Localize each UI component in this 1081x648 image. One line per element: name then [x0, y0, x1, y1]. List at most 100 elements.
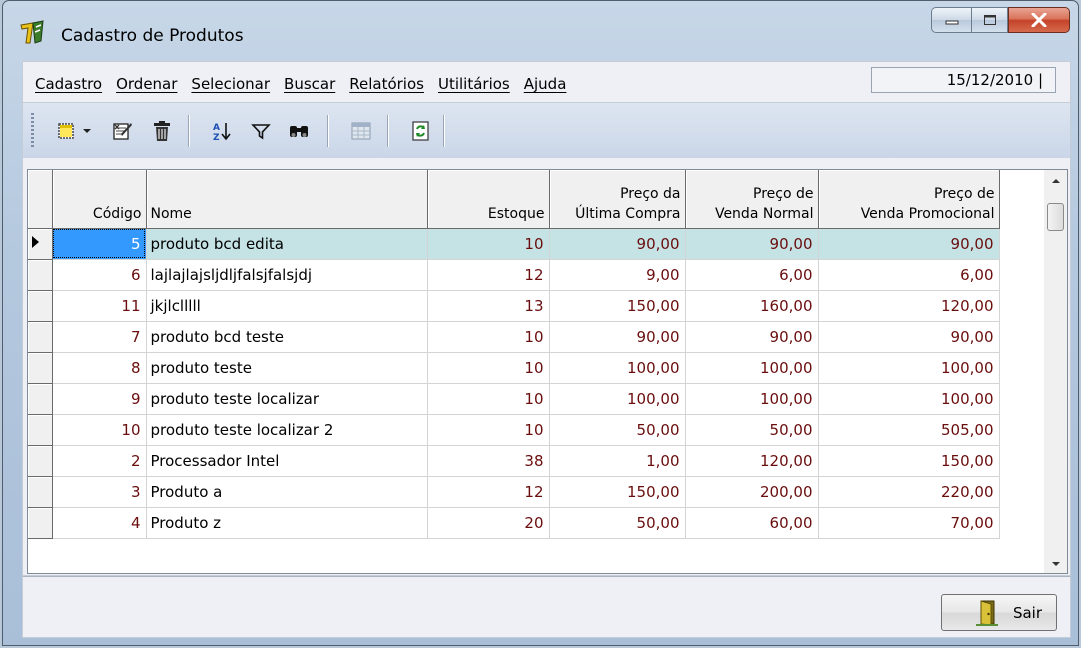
header-preco-venda-promocional[interactable]: Preço de Venda Promocional	[818, 170, 1000, 229]
scroll-up-button[interactable]	[1044, 172, 1067, 190]
cell-codigo[interactable]: 2	[52, 445, 147, 477]
cell-preco-venda[interactable]: 90,00	[685, 228, 819, 260]
cell-preco-venda[interactable]: 100,00	[685, 383, 819, 415]
cell-preco-promocional[interactable]: 100,00	[818, 383, 1000, 415]
product-grid[interactable]: Código Nome Estoque Preço da Última Compr…	[27, 169, 1068, 574]
maximize-button[interactable]	[971, 7, 1008, 33]
cell-preco-promocional[interactable]: 100,00	[818, 352, 1000, 384]
cell-preco-compra[interactable]: 100,00	[549, 352, 686, 384]
cell-codigo[interactable]: 10	[52, 414, 147, 446]
header-codigo[interactable]: Código	[52, 170, 147, 229]
cell-preco-compra[interactable]: 9,00	[549, 259, 686, 291]
title-bar[interactable]: Cadastro de Produtos	[3, 1, 1078, 53]
cell-estoque[interactable]: 20	[427, 507, 550, 539]
cell-codigo[interactable]: 11	[52, 290, 147, 322]
menu-item-relatorios[interactable]: Relatórios	[342, 75, 431, 93]
menu-item-selecionar[interactable]: Selecionar	[184, 75, 277, 93]
cell-preco-promocional[interactable]: 70,00	[818, 507, 1000, 539]
cell-preco-venda[interactable]: 160,00	[685, 290, 819, 322]
menu-item-utilitarios[interactable]: Utilitários	[431, 75, 517, 93]
cell-codigo[interactable]: 5	[52, 228, 147, 260]
table-row[interactable]: 5 produto bcd edita 10 90,00 90,00 90,00	[28, 228, 1000, 260]
cell-preco-compra[interactable]: 1,00	[549, 445, 686, 477]
sair-button[interactable]: Sair	[941, 594, 1057, 631]
table-row[interactable]: 4 Produto z 20 50,00 60,00 70,00	[28, 507, 1000, 539]
close-button[interactable]	[1008, 7, 1070, 33]
menu-item-cadastro[interactable]: Cadastro	[35, 75, 109, 93]
cell-nome[interactable]: Processador Intel	[146, 445, 428, 477]
refresh-button[interactable]	[407, 117, 435, 145]
cell-estoque[interactable]: 10	[427, 228, 550, 260]
table-row[interactable]: 3 Produto a 12 150,00 200,00 220,00	[28, 476, 1000, 508]
table-row[interactable]: 2 Processador Intel 38 1,00 120,00 150,00	[28, 445, 1000, 477]
cell-estoque[interactable]: 10	[427, 321, 550, 353]
header-nome[interactable]: Nome	[146, 170, 428, 229]
cell-preco-compra[interactable]: 50,00	[549, 414, 686, 446]
row-indicator[interactable]	[28, 507, 53, 539]
scroll-down-button[interactable]	[1044, 555, 1067, 573]
cell-estoque[interactable]: 10	[427, 414, 550, 446]
report-button[interactable]	[347, 117, 375, 145]
menu-item-ajuda[interactable]: Ajuda	[517, 75, 574, 93]
cell-nome[interactable]: Produto z	[146, 507, 428, 539]
cell-nome[interactable]: lajlajlajsljdljfalsjfalsjdj	[146, 259, 428, 291]
row-indicator[interactable]	[28, 414, 53, 446]
header-preco-ultima-compra[interactable]: Preço da Última Compra	[549, 170, 686, 229]
minimize-button[interactable]	[931, 7, 971, 33]
cell-preco-compra[interactable]: 90,00	[549, 321, 686, 353]
cell-preco-compra[interactable]: 90,00	[549, 228, 686, 260]
cell-codigo[interactable]: 4	[52, 507, 147, 539]
cell-preco-compra[interactable]: 100,00	[549, 383, 686, 415]
cell-nome[interactable]: produto teste	[146, 352, 428, 384]
row-indicator[interactable]	[28, 259, 53, 291]
cell-codigo[interactable]: 3	[52, 476, 147, 508]
table-row[interactable]: 10 produto teste localizar 2 10 50,00 50,00 5…	[28, 414, 1000, 446]
cell-preco-promocional[interactable]: 505,00	[818, 414, 1000, 446]
cell-preco-promocional[interactable]: 150,00	[818, 445, 1000, 477]
cell-nome[interactable]: jkjlclllll	[146, 290, 428, 322]
cell-estoque[interactable]: 12	[427, 259, 550, 291]
cell-codigo[interactable]: 7	[52, 321, 147, 353]
cell-nome[interactable]: produto teste localizar 2	[146, 414, 428, 446]
cell-nome[interactable]: produto bcd teste	[146, 321, 428, 353]
row-indicator[interactable]	[28, 445, 53, 477]
cell-preco-promocional[interactable]: 90,00	[818, 228, 1000, 260]
cell-preco-compra[interactable]: 50,00	[549, 507, 686, 539]
row-indicator[interactable]	[28, 321, 53, 353]
table-row[interactable]: 11 jkjlclllll 13 150,00 160,00 120,00	[28, 290, 1000, 322]
table-row[interactable]: 8 produto teste 10 100,00 100,00 100,00	[28, 352, 1000, 384]
delete-button[interactable]	[148, 117, 176, 145]
row-indicator[interactable]	[28, 228, 53, 260]
cell-preco-promocional[interactable]: 6,00	[818, 259, 1000, 291]
menu-item-ordenar[interactable]: Ordenar	[109, 75, 184, 93]
cell-preco-venda[interactable]: 100,00	[685, 352, 819, 384]
cell-preco-promocional[interactable]: 120,00	[818, 290, 1000, 322]
header-preco-venda-normal[interactable]: Preço de Venda Normal	[685, 170, 819, 229]
cell-estoque[interactable]: 10	[427, 383, 550, 415]
cell-codigo[interactable]: 9	[52, 383, 147, 415]
cell-preco-compra[interactable]: 150,00	[549, 290, 686, 322]
cell-estoque[interactable]: 10	[427, 352, 550, 384]
cell-preco-compra[interactable]: 150,00	[549, 476, 686, 508]
sort-button[interactable]: A Z	[208, 117, 236, 145]
table-row[interactable]: 9 produto teste localizar 10 100,00 100,00 10…	[28, 383, 1000, 415]
row-indicator[interactable]	[28, 476, 53, 508]
search-button[interactable]	[285, 117, 313, 145]
cell-codigo[interactable]: 6	[52, 259, 147, 291]
toolbar-grip[interactable]	[31, 113, 34, 149]
menu-item-buscar[interactable]: Buscar	[277, 75, 342, 93]
cell-preco-venda[interactable]: 6,00	[685, 259, 819, 291]
cell-preco-venda[interactable]: 120,00	[685, 445, 819, 477]
row-indicator[interactable]	[28, 352, 53, 384]
filter-button[interactable]	[247, 117, 275, 145]
cell-nome[interactable]: produto bcd edita	[146, 228, 428, 260]
row-indicator[interactable]	[28, 290, 53, 322]
cell-preco-venda[interactable]: 50,00	[685, 414, 819, 446]
cell-preco-venda[interactable]: 60,00	[685, 507, 819, 539]
header-estoque[interactable]: Estoque	[427, 170, 550, 229]
cell-estoque[interactable]: 38	[427, 445, 550, 477]
cell-nome[interactable]: produto teste localizar	[146, 383, 428, 415]
cell-preco-venda[interactable]: 200,00	[685, 476, 819, 508]
row-indicator[interactable]	[28, 383, 53, 415]
table-row[interactable]: 7 produto bcd teste 10 90,00 90,00 90,00	[28, 321, 1000, 353]
